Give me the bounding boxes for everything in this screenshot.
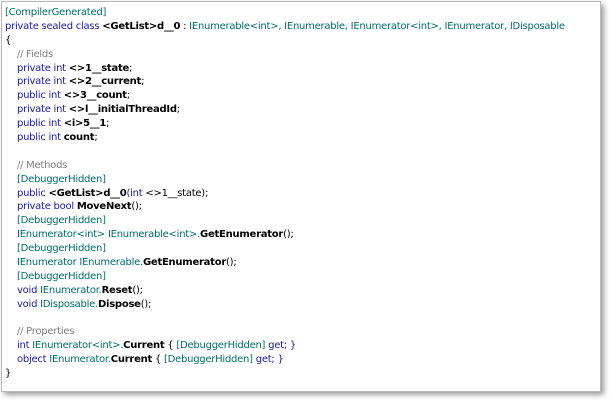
code-token: : xyxy=(180,20,190,32)
code-line: [CompilerGenerated] xyxy=(5,6,598,20)
code-line: [DebuggerHidden] xyxy=(5,242,598,256)
code-line: void IDisposable.Dispose(); xyxy=(5,298,598,312)
code-token: // Properties xyxy=(17,326,75,338)
code-token: public int xyxy=(17,90,64,102)
code-token: private bool xyxy=(17,201,77,213)
code-token: [DebuggerHidden] xyxy=(17,270,106,282)
code-token: Current xyxy=(110,354,153,366)
code-token: ; xyxy=(126,90,130,102)
code-token: <GetList>d__0 xyxy=(48,187,127,199)
code-token: [DebuggerHidden] xyxy=(176,340,266,352)
code-token: (); xyxy=(140,298,152,310)
code-line: // Methods xyxy=(5,159,598,173)
code-token: } xyxy=(5,368,12,380)
code-token: public int xyxy=(17,118,64,130)
code-token: object xyxy=(17,354,50,366)
code-token: IEnumerator IEnumerable. xyxy=(17,257,143,269)
code-token: get; } xyxy=(252,354,284,366)
code-line: private int <>2__current; xyxy=(5,75,598,89)
code-line: [DebuggerHidden] xyxy=(5,173,598,187)
code-token: public int xyxy=(17,132,64,144)
decompiled-code-listing: [CompilerGenerated] private sealed class … xyxy=(5,6,598,381)
code-token: Reset xyxy=(101,284,133,296)
code-token: { xyxy=(152,354,164,366)
code-token: int xyxy=(17,340,33,352)
code-token: Dispose xyxy=(98,298,141,310)
code-token: ; xyxy=(176,104,180,116)
code-token: IEnumerable<int>, IEnumerable, IEnumerat… xyxy=(189,20,565,32)
code-token: [DebuggerHidden] xyxy=(164,354,253,366)
code-token: MoveNext xyxy=(76,201,132,213)
code-token: IEnumerator<int>. xyxy=(32,340,124,352)
code-token: <>3__count xyxy=(63,90,127,102)
code-token: private int xyxy=(17,76,69,88)
code-line: { xyxy=(5,34,598,48)
code-token: (); xyxy=(226,257,237,269)
code-token: IEnumerator. xyxy=(40,284,102,296)
code-token: ; xyxy=(129,62,133,74)
code-token: <>2__current xyxy=(68,76,142,88)
code-token: // Methods xyxy=(17,159,68,171)
code-token: ; xyxy=(106,118,110,130)
code-line: int IEnumerator<int>.Current { [Debugger… xyxy=(5,339,598,353)
code-line: public int count; xyxy=(5,131,598,145)
code-token: [DebuggerHidden] xyxy=(17,243,106,255)
code-token: void xyxy=(17,284,41,296)
code-token: IEnumerator<int> IEnumerable<int>. xyxy=(17,229,201,241)
code-line: // Properties xyxy=(5,325,598,339)
code-token: get; } xyxy=(265,340,296,352)
code-token: count xyxy=(63,132,95,144)
blank-code-line xyxy=(5,145,598,159)
code-line: [DebuggerHidden] xyxy=(5,270,598,284)
code-line: private bool MoveNext(); xyxy=(5,200,598,214)
code-token: ; xyxy=(141,76,145,88)
code-token: ; xyxy=(94,132,98,144)
code-token: void xyxy=(17,298,41,310)
code-token: (); xyxy=(283,229,294,241)
code-line: public int <i>5__1; xyxy=(5,117,598,131)
code-line: IEnumerator<int> IEnumerable<int>.GetEnu… xyxy=(5,228,598,242)
code-token: (); xyxy=(131,201,142,213)
code-token: (int xyxy=(126,187,146,199)
code-token: GetEnumerator xyxy=(142,257,227,269)
code-token: <i>5__1 xyxy=(63,118,107,130)
blank-code-line xyxy=(5,312,598,326)
code-token: <GetList>d__0 xyxy=(102,20,181,32)
code-token: GetEnumerator xyxy=(200,229,284,241)
code-token: (); xyxy=(132,284,143,296)
code-line: // Fields xyxy=(5,48,598,62)
code-line: [DebuggerHidden] xyxy=(5,214,598,228)
code-token: [DebuggerHidden] xyxy=(17,215,106,227)
code-line: public int <>3__count; xyxy=(5,89,598,103)
code-token: <>1__state xyxy=(68,62,130,74)
code-token: // Fields xyxy=(17,48,53,60)
code-token: <>l__initialThreadId xyxy=(68,104,177,116)
code-token: ); xyxy=(201,187,209,199)
code-screenshot-frame: [CompilerGenerated] private sealed class … xyxy=(1,1,601,392)
code-token: [CompilerGenerated] xyxy=(5,7,107,18)
code-token: private int xyxy=(17,62,69,74)
code-line: IEnumerator IEnumerable.GetEnumerator(); xyxy=(5,256,598,270)
code-token: <>1__state xyxy=(145,187,202,199)
code-line: public <GetList>d__0(int <>1__state); xyxy=(5,187,598,201)
code-token: public xyxy=(17,187,49,199)
code-token: Current xyxy=(123,340,165,352)
code-token: [DebuggerHidden] xyxy=(17,173,106,185)
code-token: { xyxy=(164,340,177,352)
code-line: object IEnumerator.Current { [DebuggerHi… xyxy=(5,353,598,367)
code-token: { xyxy=(5,34,12,46)
code-token: private sealed class xyxy=(5,20,103,32)
code-line: private int <>l__initialThreadId; xyxy=(5,103,598,117)
code-line: void IEnumerator.Reset(); xyxy=(5,284,598,298)
code-token: private int xyxy=(17,104,69,116)
code-line: } xyxy=(5,367,598,381)
code-token: IDisposable. xyxy=(40,298,98,310)
code-line: private int <>1__state; xyxy=(5,62,598,76)
code-token: IEnumerator. xyxy=(49,354,111,366)
code-line: private sealed class <GetList>d__0 : IEn… xyxy=(5,20,598,34)
